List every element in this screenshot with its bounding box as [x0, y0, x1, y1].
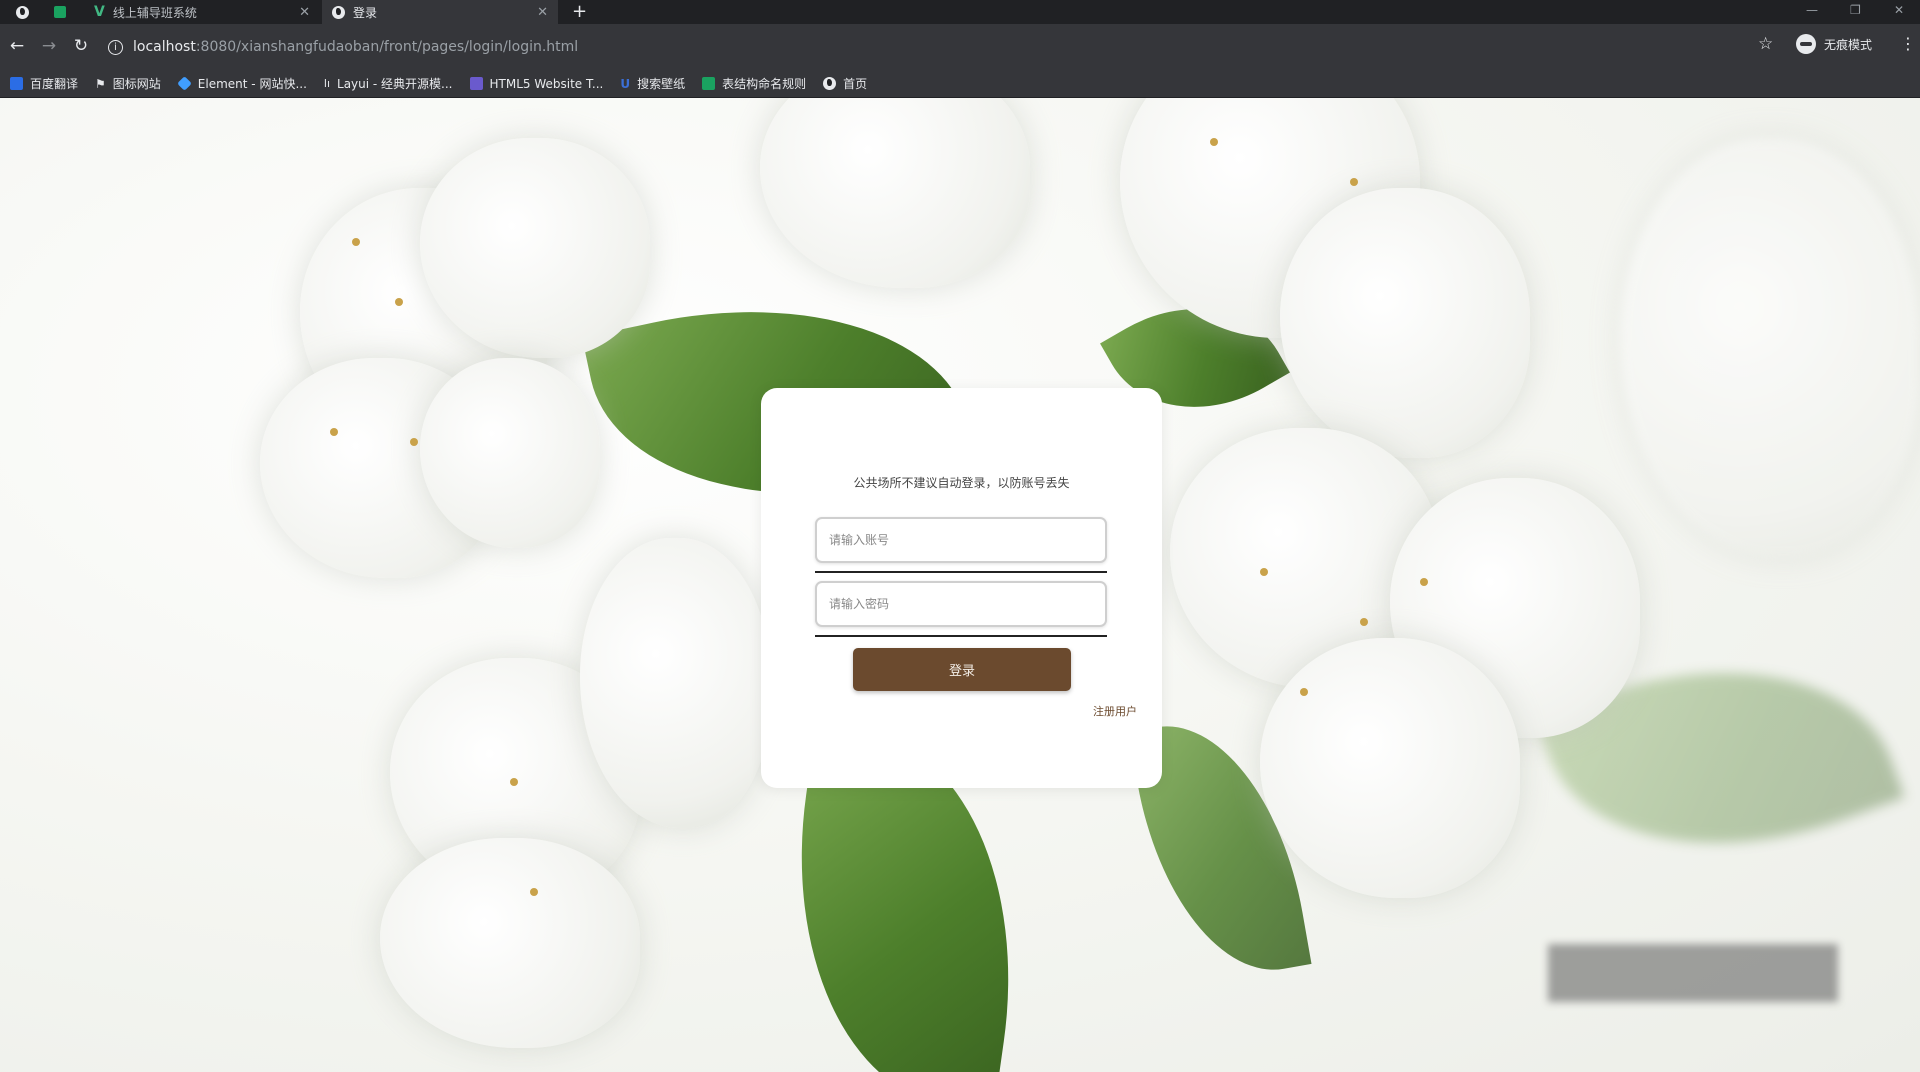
reload-button[interactable]: ↻	[68, 33, 94, 59]
globe-icon	[332, 5, 345, 19]
stamen-decoration	[1210, 138, 1218, 146]
stamen-decoration	[1300, 688, 1308, 696]
account-field	[815, 517, 1107, 573]
vue-icon: V	[94, 4, 105, 20]
bookmark-label: 百度翻译	[30, 77, 79, 91]
bookmark-item[interactable]: ⚑ 图标网站	[95, 75, 161, 92]
element-icon	[176, 76, 192, 91]
petal-decoration	[1260, 638, 1520, 898]
petal-decoration	[1280, 188, 1530, 458]
bookmark-label: 搜索壁纸	[637, 77, 686, 91]
login-card: 公共场所不建议自动登录，以防账号丢失 登录 注册用户	[761, 388, 1162, 788]
back-button[interactable]: ←	[4, 33, 30, 59]
browser-tab-strip: V 线上辅导班系统 ✕ 登录 ✕ + — ❐ ✕	[0, 0, 1920, 24]
bookmark-star-icon[interactable]: ☆	[1758, 34, 1773, 54]
password-field	[815, 581, 1107, 637]
bookmark-item[interactable]: Element - 网站快...	[176, 75, 307, 92]
bookmark-item[interactable]: lı Layui - 经典开源模...	[324, 75, 453, 92]
bookmark-item[interactable]: 表结构命名规则	[702, 75, 806, 92]
translate-icon	[10, 77, 23, 90]
sheet-icon	[54, 6, 66, 18]
browser-toolbar: ← → ↻ i localhost:8080/xianshangfudaoban…	[0, 24, 1920, 70]
restore-button[interactable]: ❐	[1850, 0, 1861, 20]
menu-icon[interactable]: ⋮	[1900, 34, 1916, 53]
bookmark-label: Layui - 经典开源模...	[337, 77, 453, 91]
petal-decoration	[1620, 138, 1920, 558]
html5-icon	[469, 77, 483, 90]
watermark-overlay	[1548, 944, 1838, 1002]
stamen-decoration	[352, 238, 360, 246]
stamen-decoration	[1350, 178, 1358, 186]
new-tab-button[interactable]: +	[572, 0, 587, 24]
url-host: localhost	[133, 39, 196, 55]
bookmark-label: HTML5 Website T...	[489, 76, 604, 91]
globe-icon	[823, 77, 837, 90]
table-icon	[702, 77, 716, 90]
tab-login[interactable]: 登录 ✕	[322, 0, 558, 24]
bookmark-label: 表结构命名规则	[722, 77, 807, 91]
register-link[interactable]: 注册用户	[1093, 703, 1137, 719]
close-window-button[interactable]: ✕	[1894, 0, 1904, 20]
info-icon[interactable]: i	[108, 39, 123, 55]
stamen-decoration	[330, 428, 338, 436]
tab-system[interactable]: V 线上辅导班系统 ✕	[84, 0, 320, 24]
petal-decoration	[380, 838, 640, 1048]
stamen-decoration	[395, 298, 403, 306]
password-underline	[815, 635, 1107, 637]
bookmark-item[interactable]: 首页	[823, 75, 867, 92]
globe-icon	[16, 5, 29, 19]
url-path: :8080/xianshangfudaoban/front/pages/logi…	[195, 39, 579, 55]
security-tip: 公共场所不建议自动登录，以防账号丢失	[853, 476, 1070, 490]
stamen-decoration	[510, 778, 518, 786]
bookmark-label: Element - 网站快...	[197, 77, 307, 91]
stamen-decoration	[1260, 568, 1268, 576]
wallpaper-icon: U	[620, 76, 631, 91]
stamen-decoration	[410, 438, 418, 446]
forward-button[interactable]: →	[36, 33, 62, 59]
profile-label: 无痕模式	[1824, 37, 1873, 52]
address-bar[interactable]: i localhost:8080/xianshangfudaoban/front…	[108, 32, 1788, 62]
stamen-decoration	[530, 888, 538, 896]
stamen-decoration	[1360, 618, 1368, 626]
incognito-profile-button[interactable]: 无痕模式	[1796, 34, 1872, 54]
password-input[interactable]	[815, 581, 1107, 627]
layui-icon: lı	[323, 77, 331, 90]
bookmark-item[interactable]: 百度翻译	[10, 75, 78, 92]
tab-title: 登录	[353, 5, 378, 20]
tab-sheet-pinned[interactable]	[44, 0, 82, 24]
flag-icon: ⚑	[95, 76, 106, 91]
bookmark-item[interactable]: HTML5 Website T...	[469, 76, 604, 91]
close-tab-icon[interactable]: ✕	[299, 5, 310, 20]
account-underline	[815, 571, 1107, 573]
account-input[interactable]	[815, 517, 1107, 563]
bookmarks-bar: 百度翻译 ⚑ 图标网站 Element - 网站快... lı Layui - 经典…	[0, 70, 1920, 98]
tab-title: 线上辅导班系统	[112, 5, 197, 20]
tab-globe-pinned[interactable]	[6, 0, 42, 24]
bookmark-label: 首页	[843, 77, 868, 91]
petal-decoration	[760, 98, 1030, 288]
stamen-decoration	[1420, 578, 1428, 586]
incognito-icon	[1796, 34, 1816, 54]
login-button[interactable]: 登录	[853, 648, 1071, 691]
bookmark-item[interactable]: U 搜索壁纸	[620, 75, 685, 92]
minimize-button[interactable]: —	[1806, 0, 1818, 20]
bookmark-label: 图标网站	[112, 77, 161, 91]
close-tab-icon[interactable]: ✕	[537, 5, 548, 20]
